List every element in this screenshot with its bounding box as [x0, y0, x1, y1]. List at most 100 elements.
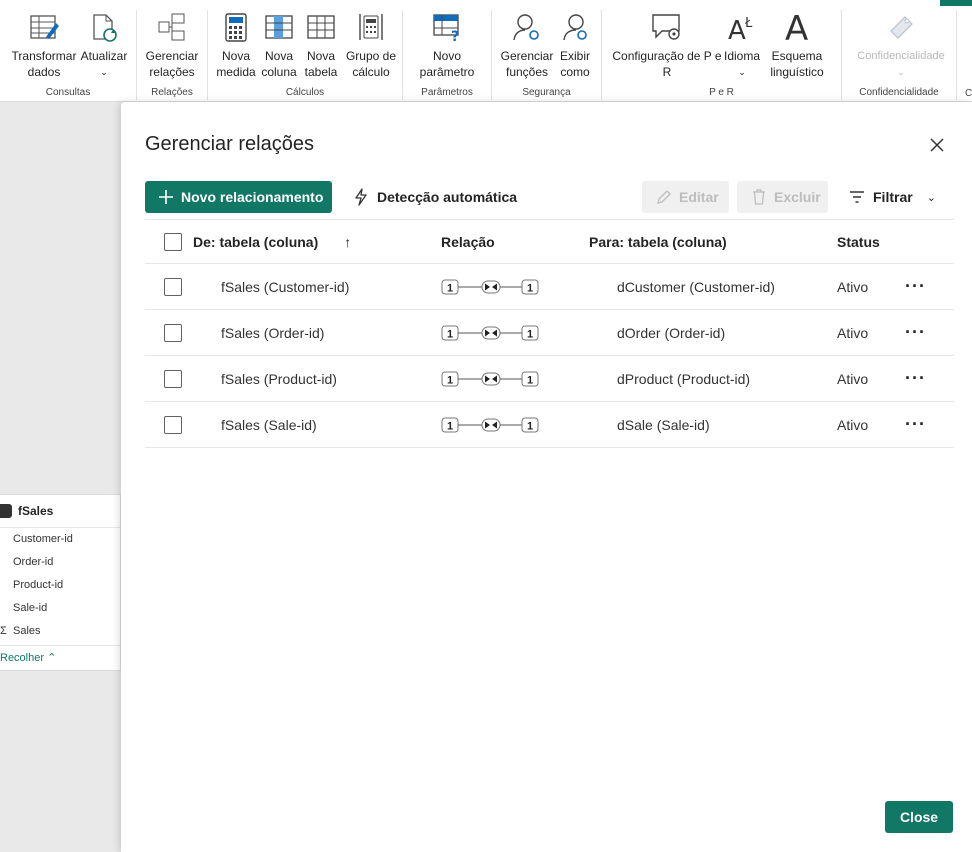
- table-row[interactable]: fSales (Sale-id) 1 1 dSale (Sale-id) Ati…: [145, 402, 954, 448]
- view-as-button[interactable]: Exibir como: [556, 10, 594, 80]
- svg-text:1: 1: [447, 420, 453, 432]
- edit-button[interactable]: Editar: [642, 181, 729, 213]
- group-label: P e R: [709, 87, 734, 98]
- row-checkbox[interactable]: [164, 310, 182, 355]
- more-options-icon[interactable]: ···: [905, 264, 926, 309]
- table-card-header: fSales: [0, 495, 120, 528]
- collapse-link[interactable]: Recolher ⌃: [0, 645, 120, 669]
- table-card-fsales[interactable]: fSales Customer-id Order-id Product-id S…: [0, 494, 121, 671]
- dialog-title: Gerenciar relações: [145, 133, 314, 155]
- autodetect-button[interactable]: Detecção automática: [353, 181, 517, 213]
- new-parameter-label: Novo parâmetro: [419, 49, 475, 79]
- row-from: fSales (Order-id): [221, 324, 325, 341]
- manage-roles-button[interactable]: Gerenciar funções: [500, 10, 554, 80]
- row-checkbox[interactable]: [164, 264, 182, 309]
- filter-button[interactable]: Filtrar ⌄: [849, 181, 936, 213]
- group-label: Consultas: [45, 87, 91, 98]
- linguistic-schema-label: Esquema linguístico: [770, 49, 824, 79]
- manage-roles-label: Gerenciar funções: [500, 49, 554, 79]
- group-label: Relações: [151, 87, 193, 98]
- svg-text:Ł: Ł: [744, 16, 753, 31]
- table-row[interactable]: fSales (Order-id) 1 1 dOrder (Order-id) …: [145, 310, 954, 356]
- sigma-icon: Σ: [0, 625, 7, 637]
- chevron-down-icon: ⌄: [897, 67, 905, 77]
- column-relation: Relação: [441, 233, 495, 250]
- new-column-button[interactable]: Nova coluna: [259, 10, 299, 80]
- new-table-label: Nova tabela: [304, 49, 338, 79]
- table-field[interactable]: Customer-id: [0, 528, 120, 551]
- manage-relations-label: Gerenciar relações: [145, 49, 199, 79]
- language-icon: AŁ: [720, 10, 764, 44]
- svg-text:1: 1: [447, 328, 453, 340]
- delete-label: Excluir: [774, 189, 821, 205]
- table-card-name: fSales: [18, 504, 54, 518]
- sensitivity-button[interactable]: Confidencialidade ⌄: [846, 10, 956, 80]
- ribbon-group-relacoes: Gerenciar relações Relações: [137, 10, 208, 100]
- ribbon: Transformar dados Atualizar ⌄ Consultas …: [0, 0, 972, 102]
- new-measure-button[interactable]: Nova medida: [216, 10, 256, 80]
- table-field[interactable]: Sale-id: [0, 597, 120, 620]
- chevron-down-icon: ⌄: [738, 67, 746, 77]
- table-icon: [302, 10, 340, 44]
- qa-setup-label: Configuração de P e R: [612, 49, 722, 79]
- filter-icon: [850, 191, 864, 203]
- delete-button[interactable]: Excluir: [737, 181, 828, 213]
- refresh-button[interactable]: Atualizar ⌄: [79, 10, 129, 80]
- row-checkbox[interactable]: [164, 356, 182, 401]
- linguistic-schema-button[interactable]: A Esquema linguístico: [762, 10, 832, 80]
- pencil-icon: [657, 190, 671, 204]
- group-label: Parâmetros: [421, 87, 473, 98]
- sensitivity-icon: [846, 10, 956, 44]
- column-icon: [259, 10, 299, 44]
- svg-text:A: A: [728, 16, 746, 43]
- manage-relations-dialog: Gerenciar relações Novo relacionamento D…: [121, 102, 972, 852]
- table-field[interactable]: Product-id: [0, 574, 120, 597]
- qa-setup-button[interactable]: Configuração de P e R: [610, 10, 724, 80]
- row-checkbox[interactable]: [164, 402, 182, 447]
- table-field-sales[interactable]: Σ Sales: [0, 620, 120, 643]
- manage-relations-button[interactable]: Gerenciar relações: [143, 10, 201, 80]
- close-icon[interactable]: [927, 135, 947, 155]
- relations-icon: [143, 10, 201, 44]
- new-parameter-button[interactable]: ? Novo parâmetro: [411, 10, 483, 80]
- new-relationship-label: Novo relacionamento: [181, 189, 324, 205]
- table-row[interactable]: fSales (Product-id) 1 1 dProduct (Produc…: [145, 356, 954, 402]
- new-relationship-button[interactable]: Novo relacionamento: [145, 181, 332, 213]
- chevron-down-icon: ⌄: [926, 191, 936, 204]
- more-options-icon[interactable]: ···: [905, 356, 926, 401]
- collapse-label: Recolher: [0, 652, 45, 664]
- column-status: Status: [837, 233, 880, 250]
- group-label: Confidencialidade: [859, 87, 939, 98]
- close-button[interactable]: Close: [885, 801, 953, 833]
- new-column-label: Nova coluna: [261, 49, 297, 79]
- chevron-down-icon: ⌄: [100, 67, 108, 77]
- table-field[interactable]: Order-id: [0, 551, 120, 574]
- svg-text:1: 1: [447, 374, 453, 386]
- table-icon: [0, 504, 12, 518]
- field-label: Sales: [13, 625, 41, 637]
- table-row[interactable]: fSales (Customer-id) 1 1 dCustomer (Cust…: [145, 264, 954, 310]
- table-header: De: tabela (coluna) ↑ Relação Para: tabe…: [145, 219, 954, 264]
- svg-text:?: ?: [451, 29, 459, 43]
- calc-group-button[interactable]: Grupo de cálculo: [342, 10, 400, 80]
- language-button[interactable]: AŁ Idioma ⌄: [720, 10, 764, 80]
- more-options-icon[interactable]: ···: [905, 310, 926, 355]
- svg-text:1: 1: [527, 328, 533, 340]
- calc-group-icon: [342, 10, 400, 44]
- new-table-button[interactable]: Nova tabela: [302, 10, 340, 80]
- calculator-icon: [216, 10, 256, 44]
- ribbon-overflow-label: C: [965, 88, 972, 99]
- svg-text:1: 1: [527, 282, 533, 294]
- select-all-checkbox[interactable]: [164, 220, 182, 263]
- transform-data-button[interactable]: Transformar dados: [10, 10, 78, 80]
- sort-up-icon: ↑: [344, 233, 352, 250]
- view-as-icon: [556, 10, 594, 44]
- ribbon-group-calculos: Nova medida Nova coluna Nova tabela Grup…: [208, 10, 403, 100]
- column-from[interactable]: De: tabela (coluna) ↑: [193, 220, 351, 263]
- filter-label: Filtrar: [873, 189, 913, 205]
- refresh-icon: [79, 10, 129, 44]
- ribbon-group-parametros: ? Novo parâmetro Parâmetros: [403, 10, 492, 100]
- linguistic-icon: A: [762, 10, 832, 44]
- more-options-icon[interactable]: ···: [905, 402, 926, 447]
- row-from: fSales (Product-id): [221, 370, 337, 387]
